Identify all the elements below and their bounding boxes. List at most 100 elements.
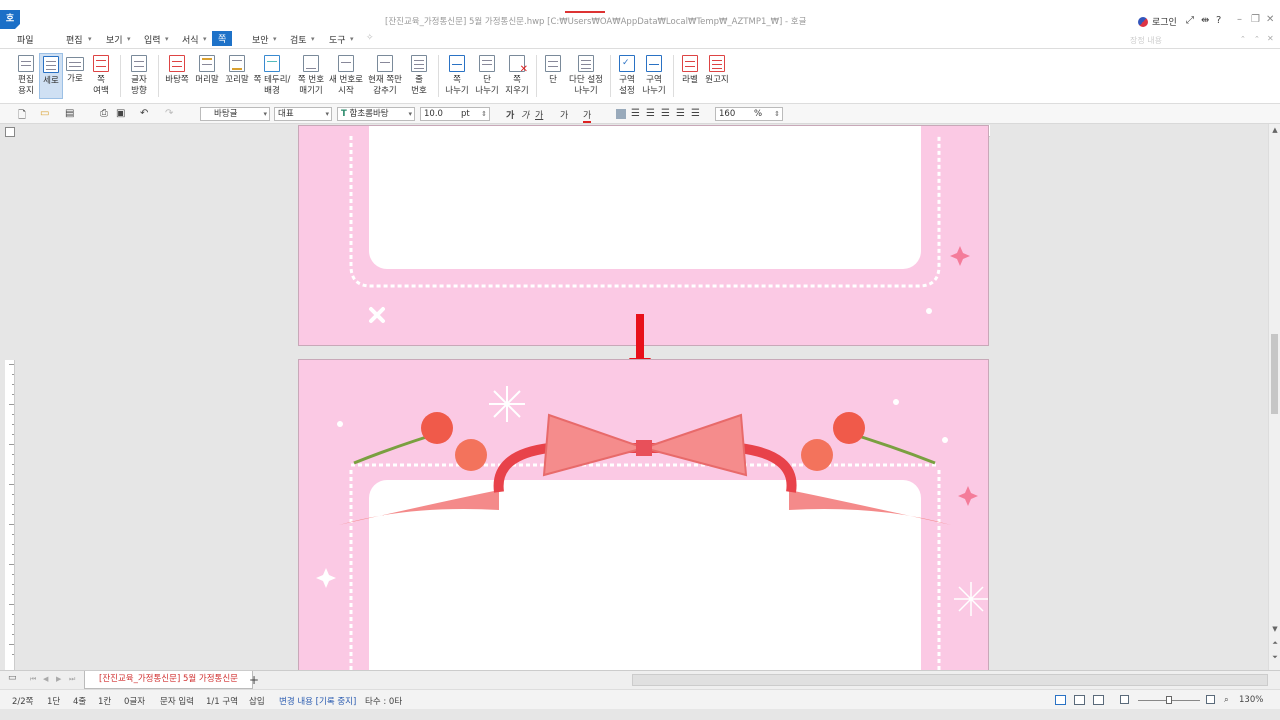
prev-page-icon[interactable]: ⏶	[1270, 638, 1280, 648]
vertical-scrollbar[interactable]: ▲ ▼ ⏶ ⏷	[1268, 124, 1280, 670]
align-left-icon[interactable]: ☰	[631, 108, 640, 119]
login-button[interactable]: 로그인	[1138, 15, 1177, 28]
header-button[interactable]: 머리말	[194, 53, 220, 86]
menu-format[interactable]: 서식	[182, 33, 199, 46]
ruler-tick	[12, 454, 14, 455]
font-color-icon[interactable]: 가	[583, 108, 592, 123]
open-folder-icon[interactable]: ▭	[40, 108, 49, 119]
menu-view[interactable]: 보기	[106, 33, 123, 46]
tab-document[interactable]: [잔진교육_가정통신문] 5월 가정통신문	[84, 671, 253, 689]
zoom-input[interactable]: 160 % ⇕	[715, 107, 783, 121]
scroll-down-icon[interactable]: ▼	[1270, 624, 1280, 634]
menu-file[interactable]: 파일	[17, 33, 34, 46]
multi-column-button[interactable]: 다단 설정 나누기	[567, 53, 605, 97]
horizontal-scrollbar[interactable]	[632, 674, 1268, 686]
section-break-button[interactable]: 구역 나누기	[640, 53, 668, 97]
delete-page-label: 쪽 지우기	[505, 75, 529, 96]
status-insert[interactable]: 삽입	[249, 695, 265, 707]
font-select[interactable]: T 함초롬바탕 ▾	[337, 107, 415, 121]
redo-icon[interactable]: ↷	[165, 108, 173, 119]
magic-icon[interactable]: ✧	[366, 33, 374, 43]
align-justify-icon[interactable]	[616, 109, 626, 119]
master-page-button[interactable]: 바탕쪽	[163, 53, 191, 86]
app-icon[interactable]: 호	[0, 10, 20, 30]
italic-icon[interactable]: 가	[521, 108, 529, 121]
menu-review[interactable]: 검토	[290, 33, 307, 46]
resize-icon[interactable]: ⇹	[1201, 15, 1209, 26]
status-zoom[interactable]: 130%	[1239, 695, 1263, 705]
page-border-button[interactable]: 쪽 테두리/ 배경	[252, 53, 292, 97]
columns-button[interactable]: 단	[541, 53, 565, 86]
scroll-up-icon[interactable]: ▲	[1270, 125, 1280, 135]
preview-icon[interactable]: ▣	[116, 108, 125, 119]
column-break-button[interactable]: 단 나누기	[474, 53, 500, 97]
ruler-corner-icon[interactable]	[5, 127, 15, 137]
strike-icon[interactable]: 가	[560, 108, 568, 121]
scroll-thumb[interactable]	[1271, 334, 1278, 414]
magnifier-icon[interactable]: ⌕	[1224, 695, 1229, 705]
line-number-button[interactable]: 줄 번호	[407, 53, 431, 97]
text-direction-label: 글자 방향	[131, 75, 147, 96]
column-break-icon	[479, 55, 495, 72]
ribbon-pin-icon[interactable]: ⌃	[1254, 35, 1260, 43]
paper-setup-button[interactable]: 편집 용지	[14, 53, 38, 97]
print-icon[interactable]: ⎙	[100, 108, 108, 119]
align-split-icon[interactable]: ☰	[691, 108, 700, 119]
language-select[interactable]: 대표 ▾	[274, 107, 332, 121]
align-distribute-icon[interactable]: ☰	[676, 108, 685, 119]
portrait-button[interactable]: 세로	[39, 53, 63, 99]
first-tab-icon[interactable]: ⏮	[30, 675, 36, 684]
last-tab-icon[interactable]: ⏭	[69, 675, 75, 684]
document-page-2[interactable]	[298, 359, 989, 679]
page-margin-button[interactable]: 쪽 여백	[88, 53, 114, 97]
fullscreen-icon[interactable]: ⤢	[1186, 15, 1194, 26]
save-icon[interactable]: ▤	[65, 108, 74, 119]
menu-page[interactable]: 쪽	[212, 31, 233, 46]
tab-list-icon[interactable]: ▭	[8, 673, 17, 683]
next-page-icon[interactable]: ⏷	[1270, 652, 1280, 662]
align-center-icon[interactable]: ☰	[646, 108, 655, 119]
ribbon-toolbar: 편집 용지 세로 가로 쪽 여백 글자 방향 바탕쪽 머리말 꼬리말 쪽 테두리…	[0, 49, 1280, 104]
landscape-button[interactable]: 가로	[64, 53, 86, 85]
page-break-button[interactable]: 쪽 나누기	[444, 53, 470, 97]
minimize-icon[interactable]: –	[1237, 14, 1242, 25]
undo-icon[interactable]: ↶	[140, 108, 148, 119]
close-icon[interactable]: ✕	[1266, 14, 1274, 25]
help-icon[interactable]: ?	[1216, 15, 1221, 26]
fit-view-icon[interactable]	[1093, 695, 1104, 705]
page-view-icon[interactable]	[1055, 695, 1066, 705]
ribbon-collapse-icon[interactable]: ⌃	[1240, 35, 1246, 43]
section-setup-button[interactable]: ✓ 구역 설정	[614, 53, 640, 97]
add-tab-button[interactable]: +	[249, 673, 259, 687]
align-right-icon[interactable]: ☰	[661, 108, 670, 119]
bold-icon[interactable]: 가	[506, 108, 514, 121]
manuscript-button[interactable]: 원고지	[703, 53, 731, 86]
page-number-button[interactable]: 쪽 번호 매기기	[296, 53, 326, 97]
footer-button[interactable]: 꼬리말	[224, 53, 250, 86]
underline-icon[interactable]: 가	[535, 108, 543, 121]
style-select[interactable]: 바탕글 ▾	[200, 107, 270, 121]
full-view-icon[interactable]	[1074, 695, 1085, 705]
menu-tools[interactable]: 도구	[329, 33, 346, 46]
ribbon-close-icon[interactable]: ✕	[1267, 34, 1274, 43]
label-button[interactable]: 라벨	[678, 53, 702, 86]
zoom-in-icon[interactable]	[1206, 695, 1215, 704]
next-tab-icon[interactable]: ▶	[56, 675, 61, 683]
zoom-out-icon[interactable]	[1120, 695, 1129, 704]
zoom-slider-handle[interactable]	[1166, 696, 1172, 704]
new-document-icon[interactable]: 🗋	[18, 108, 26, 125]
new-number-button[interactable]: 새 번호로 시작	[329, 53, 363, 97]
status-input-mode[interactable]: 문자 입력	[160, 695, 194, 707]
delete-page-button[interactable]: ✕ 쪽 지우기	[504, 53, 530, 97]
hide-page-button[interactable]: 현재 쪽만 감추기	[367, 53, 403, 97]
menu-edit[interactable]: 편집	[66, 33, 83, 46]
vertical-ruler[interactable]	[5, 360, 15, 670]
maximize-icon[interactable]: ❐	[1251, 14, 1260, 25]
menu-insert[interactable]: 입력	[144, 33, 161, 46]
text-direction-button[interactable]: 글자 방향	[126, 53, 152, 97]
status-page[interactable]: 2/2쪽	[12, 695, 34, 707]
menu-security[interactable]: 보안	[252, 33, 269, 46]
prev-tab-icon[interactable]: ◀	[43, 675, 48, 683]
status-track-changes[interactable]: 변경 내용 [기록 중지]	[279, 695, 356, 707]
font-size-input[interactable]: 10.0 pt ⇕	[420, 107, 490, 121]
